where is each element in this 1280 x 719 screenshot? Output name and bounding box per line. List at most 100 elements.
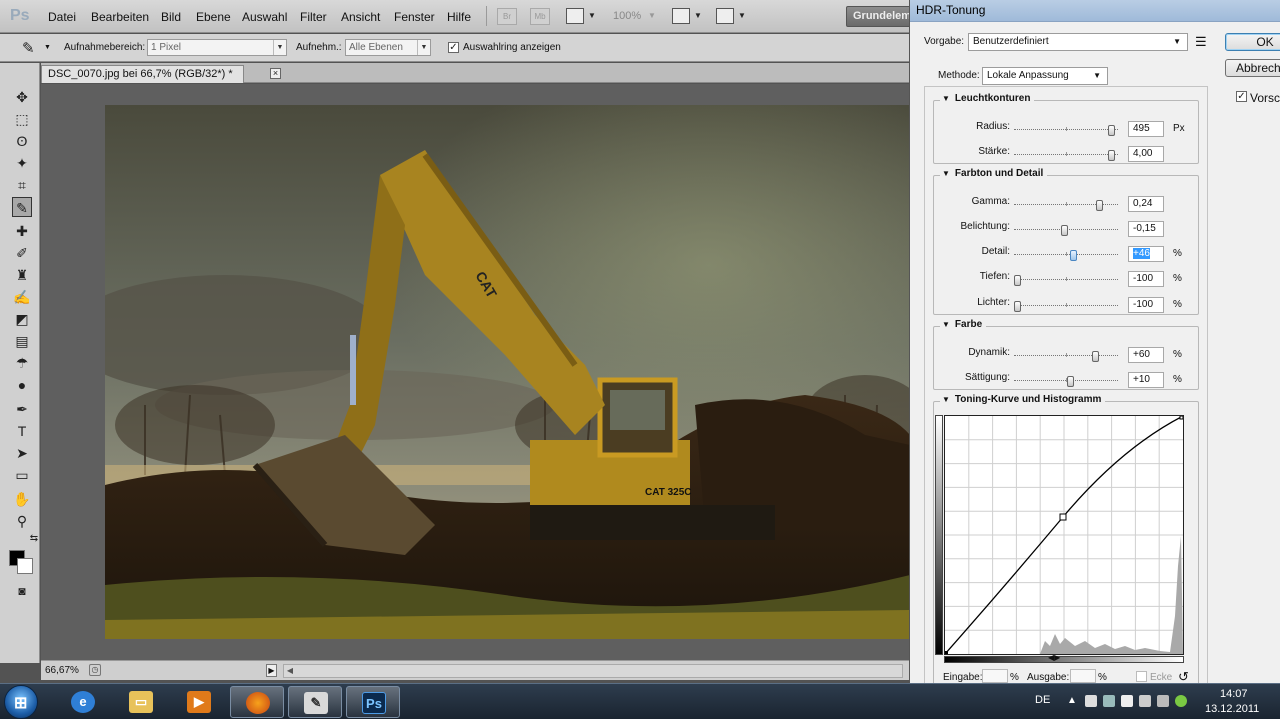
slider-thumb[interactable] — [1092, 351, 1099, 362]
start-button[interactable]: ⊞ — [4, 685, 38, 719]
chevron-down-icon[interactable]: ▼ — [738, 11, 746, 20]
slider-track[interactable] — [1014, 301, 1118, 312]
tray-app-icon[interactable] — [1085, 695, 1097, 707]
sample-area-select[interactable]: 1 Pixel ▼ — [147, 39, 287, 56]
method-select[interactable]: Lokale Anpassung ▼ — [982, 67, 1108, 85]
menu-hilfe[interactable]: Hilfe — [447, 10, 471, 24]
move-tool-icon[interactable]: ✥ — [12, 87, 32, 107]
eraser-tool-icon[interactable]: ◩ — [12, 309, 32, 329]
slider-thumb[interactable] — [1108, 150, 1115, 161]
close-icon[interactable]: × — [270, 68, 281, 79]
clock-time[interactable]: 14:07 — [1220, 688, 1248, 700]
shape-tool-icon[interactable]: ▭ — [12, 465, 32, 485]
slider-track[interactable] — [1014, 125, 1118, 136]
slider-track[interactable] — [1014, 250, 1118, 261]
value-field[interactable]: 0,24 — [1128, 196, 1164, 212]
status-menu-arrow-icon[interactable]: ▶ — [266, 664, 277, 677]
preset-menu-icon[interactable]: ☰ — [1195, 34, 1207, 50]
slider-track[interactable] — [1014, 225, 1118, 236]
document-info-icon[interactable]: ◷ — [89, 664, 101, 676]
slider-track[interactable] — [1014, 200, 1118, 211]
value-field[interactable]: 4,00 — [1128, 146, 1164, 162]
taskbar-firefox[interactable] — [230, 686, 284, 718]
slider-thumb[interactable] — [1067, 376, 1074, 387]
path-select-icon[interactable]: ➤ — [12, 443, 32, 463]
menu-datei[interactable]: Datei — [48, 10, 76, 24]
menu-ebene[interactable]: Ebene — [196, 10, 231, 24]
menu-bearbeiten[interactable]: Bearbeiten — [91, 10, 149, 24]
blur-tool-icon[interactable]: ☂ — [12, 353, 32, 373]
value-field[interactable]: -100 — [1128, 297, 1164, 313]
value-field[interactable]: +46 — [1128, 246, 1164, 262]
corner-checkbox[interactable] — [1136, 671, 1147, 682]
curve-title[interactable]: ▼ Toning-Kurve und Histogramm — [940, 394, 1106, 405]
slider-track[interactable] — [1014, 376, 1118, 387]
battery-icon[interactable] — [1157, 695, 1169, 707]
input-field[interactable] — [982, 669, 1008, 683]
ok-button[interactable]: OK — [1225, 33, 1280, 51]
clock-date[interactable]: 13.12.2011 — [1205, 703, 1259, 715]
slider-thumb[interactable] — [1014, 275, 1021, 286]
slider-thumb[interactable] — [1108, 125, 1115, 136]
output-field[interactable] — [1070, 669, 1096, 683]
zoom-tool-icon[interactable]: ⚲ — [12, 511, 32, 531]
workspace-switcher[interactable]: Grundelemente — [846, 6, 916, 27]
color-title[interactable]: ▼ Farbe — [940, 319, 987, 330]
taskbar-paint[interactable]: ✎ — [288, 686, 342, 718]
taskbar-media-player[interactable]: ▶ — [172, 686, 226, 718]
chevron-down-icon[interactable]: ▼ — [648, 11, 656, 20]
menu-ansicht[interactable]: Ansicht — [341, 10, 380, 24]
scroll-left-icon[interactable]: ◀ — [284, 665, 296, 677]
slider-thumb[interactable] — [1061, 225, 1068, 236]
language-indicator[interactable]: DE — [1035, 694, 1050, 706]
mini-bridge-button[interactable]: Mb — [530, 8, 550, 25]
marquee-tool-icon[interactable]: ⬚ — [12, 109, 32, 129]
taskbar-photoshop[interactable]: Ps — [346, 686, 400, 718]
menu-filter[interactable]: Filter — [300, 10, 327, 24]
taskbar-explorer[interactable]: ▭ — [114, 686, 168, 718]
preview-checkbox[interactable]: ✓ — [1236, 91, 1247, 102]
type-tool-icon[interactable]: T — [12, 421, 32, 441]
edge-glow-title[interactable]: ▼ Leuchtkonturen — [940, 93, 1035, 104]
value-field[interactable]: +60 — [1128, 347, 1164, 363]
dialog-titlebar[interactable]: HDR-Tonung — [910, 0, 1280, 22]
history-brush-icon[interactable]: ✍ — [12, 287, 32, 307]
flag-icon[interactable] — [1121, 695, 1133, 707]
dodge-tool-icon[interactable]: ● — [12, 375, 32, 395]
value-field[interactable]: -0,15 — [1128, 221, 1164, 237]
toning-curve-graph[interactable] — [944, 415, 1184, 655]
slider-track[interactable] — [1014, 150, 1118, 161]
taskbar-ie[interactable]: e — [56, 686, 110, 718]
screen-mode-icon[interactable] — [716, 8, 734, 24]
show-hidden-icons[interactable]: ▲ — [1067, 695, 1077, 706]
document-image[interactable]: CAT CAT 325C — [105, 105, 910, 639]
value-field[interactable]: 495 — [1128, 121, 1164, 137]
reset-curve-icon[interactable]: ↺ — [1178, 669, 1189, 683]
histogram-range-handle-icon[interactable]: ◀▶ — [1048, 653, 1060, 662]
hand-tool-icon[interactable]: ✋ — [12, 489, 32, 509]
stamp-tool-icon[interactable]: ♜ — [12, 265, 32, 285]
quick-mask-icon[interactable]: ◙ — [12, 581, 32, 601]
preset-select[interactable]: Benutzerdefiniert ▼ — [968, 33, 1188, 51]
crop-tool-icon[interactable]: ⌗ — [12, 175, 32, 195]
menu-auswahl[interactable]: Auswahl — [242, 10, 287, 24]
chevron-down-icon[interactable]: ▼ — [694, 11, 702, 20]
slider-thumb[interactable] — [1070, 250, 1077, 261]
slider-thumb[interactable] — [1096, 200, 1103, 211]
slider-track[interactable] — [1014, 351, 1118, 362]
eyedropper-icon[interactable]: ✎ — [22, 39, 35, 57]
document-tab[interactable]: DSC_0070.jpg bei 66,7% (RGB/32*) * — [41, 65, 244, 83]
bridge-button[interactable]: Br — [497, 8, 517, 25]
horizontal-scrollbar[interactable]: ◀ — [283, 664, 903, 678]
value-field[interactable]: -100 — [1128, 271, 1164, 287]
lasso-tool-icon[interactable]: ʘ — [12, 131, 32, 151]
healing-brush-icon[interactable]: ✚ — [12, 221, 32, 241]
extras-icon[interactable] — [566, 8, 584, 24]
cancel-button[interactable]: Abbrechen — [1225, 59, 1280, 77]
slider-track[interactable] — [1014, 275, 1118, 286]
slider-thumb[interactable] — [1014, 301, 1021, 312]
background-color-swatch[interactable] — [17, 558, 33, 574]
pen-tool-icon[interactable]: ✒ — [12, 399, 32, 419]
menu-bild[interactable]: Bild — [161, 10, 181, 24]
show-ring-checkbox[interactable]: ✓ — [448, 42, 459, 53]
